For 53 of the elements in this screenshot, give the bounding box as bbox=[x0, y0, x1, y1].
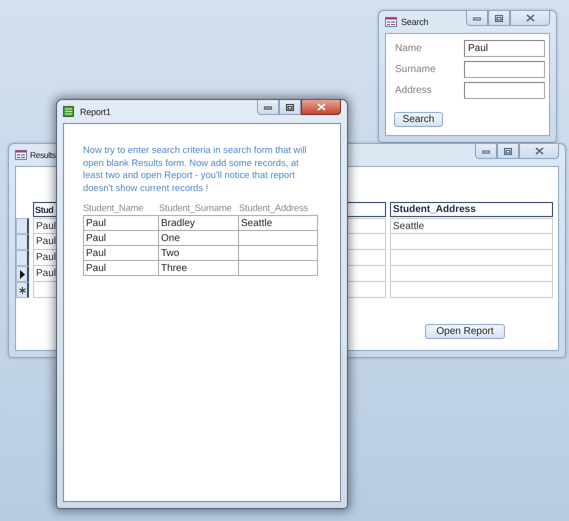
column-header: Student_Name bbox=[83, 202, 144, 216]
maximize-button[interactable] bbox=[279, 100, 301, 115]
instruction-text: Now try to enter search criteria in search form that will open blank Results form. Now add some records, at least two and open Report - you'll notice that report doesn't show current records ! bbox=[83, 144, 308, 194]
close-button[interactable] bbox=[519, 144, 559, 159]
column-header: Student_Address bbox=[239, 202, 309, 216]
close-icon bbox=[316, 103, 326, 111]
form-icon bbox=[15, 150, 27, 160]
table-cell: Paul bbox=[83, 261, 159, 276]
minimize-icon bbox=[482, 148, 490, 154]
maximize-button[interactable] bbox=[488, 11, 510, 26]
minimize-icon bbox=[473, 15, 481, 21]
search-button[interactable]: Search bbox=[394, 112, 443, 127]
form-icon bbox=[385, 17, 397, 27]
minimize-button[interactable] bbox=[466, 11, 488, 26]
restore-icon bbox=[504, 148, 512, 154]
table-cell: Bradley bbox=[159, 215, 239, 232]
close-button[interactable] bbox=[510, 11, 550, 26]
record-selector[interactable] bbox=[16, 250, 29, 266]
restore-icon bbox=[495, 14, 503, 22]
minimize-icon bbox=[264, 104, 272, 110]
column-header: Student_Address bbox=[390, 202, 553, 217]
new-record-icon bbox=[18, 286, 26, 294]
table-cell: Paul bbox=[83, 215, 159, 232]
window-title: Results bbox=[30, 150, 56, 160]
field-label: Name bbox=[395, 43, 423, 54]
field-label: Surname bbox=[395, 64, 437, 75]
close-icon bbox=[534, 147, 544, 155]
table-cell: One bbox=[159, 231, 239, 246]
table-cell: Paul bbox=[83, 246, 159, 262]
record-selector[interactable] bbox=[16, 282, 29, 298]
current-record-icon bbox=[20, 270, 24, 278]
window-title: Report1 bbox=[80, 106, 111, 116]
maximize-button[interactable] bbox=[497, 144, 519, 159]
report-icon bbox=[63, 106, 74, 117]
record-selector[interactable] bbox=[16, 218, 29, 234]
field-label: Address bbox=[395, 85, 433, 96]
record-selector[interactable] bbox=[16, 266, 29, 282]
close-button[interactable] bbox=[301, 100, 341, 115]
window-title: Search bbox=[401, 17, 428, 27]
table-cell: Two bbox=[159, 246, 239, 262]
minimize-button[interactable] bbox=[475, 144, 497, 159]
record-selector[interactable] bbox=[16, 234, 29, 250]
table-cell: Seattle bbox=[390, 218, 553, 234]
text-field[interactable] bbox=[464, 61, 545, 78]
minimize-button[interactable] bbox=[257, 100, 279, 115]
table-cell: Seattle bbox=[239, 215, 318, 232]
close-icon bbox=[526, 14, 534, 22]
restore-icon bbox=[286, 104, 294, 110]
open-report-button[interactable]: Open Report bbox=[425, 324, 505, 339]
table-cell: Three bbox=[159, 261, 239, 276]
text-field[interactable] bbox=[464, 82, 545, 99]
table-cell: Paul bbox=[83, 231, 159, 246]
text-field[interactable]: Paul bbox=[464, 40, 545, 57]
